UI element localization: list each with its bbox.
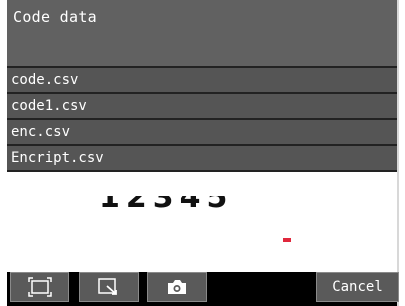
camera-icon: [165, 277, 189, 297]
file-item-label: enc.csv: [11, 124, 71, 140]
file-item-enc-csv[interactable]: enc.csv: [7, 118, 397, 144]
fit-screen-button[interactable]: [10, 272, 69, 302]
file-item-code1-csv[interactable]: code1.csv: [7, 92, 397, 118]
dialog-header: Code data: [7, 0, 397, 66]
fit-to-screen-icon: [27, 277, 52, 297]
zoom-region-icon: [97, 277, 121, 297]
cancel-button[interactable]: Cancel: [316, 272, 399, 302]
red-marker: [283, 238, 291, 242]
image-preview: 12345: [7, 196, 397, 272]
file-item-code-csv[interactable]: code.csv: [7, 66, 397, 92]
right-bezel: [397, 0, 405, 306]
bottom-toolbar: Cancel: [7, 272, 399, 306]
zoom-region-button[interactable]: [79, 272, 139, 302]
file-item-label: Encript.csv: [11, 150, 104, 166]
file-item-label: code.csv: [11, 72, 79, 88]
file-item-label: code1.csv: [11, 98, 87, 114]
file-list: code.csv code1.csv enc.csv Encript.csv: [7, 66, 397, 172]
left-bezel: [0, 0, 7, 306]
code-data-screen: Code data 12345 code.csv code1.csv enc.c…: [0, 0, 405, 306]
file-item-encript-csv[interactable]: Encript.csv: [7, 144, 397, 172]
preview-digits: 12345: [99, 196, 234, 215]
capture-button[interactable]: [147, 272, 207, 302]
dialog-title: Code data: [13, 8, 97, 26]
